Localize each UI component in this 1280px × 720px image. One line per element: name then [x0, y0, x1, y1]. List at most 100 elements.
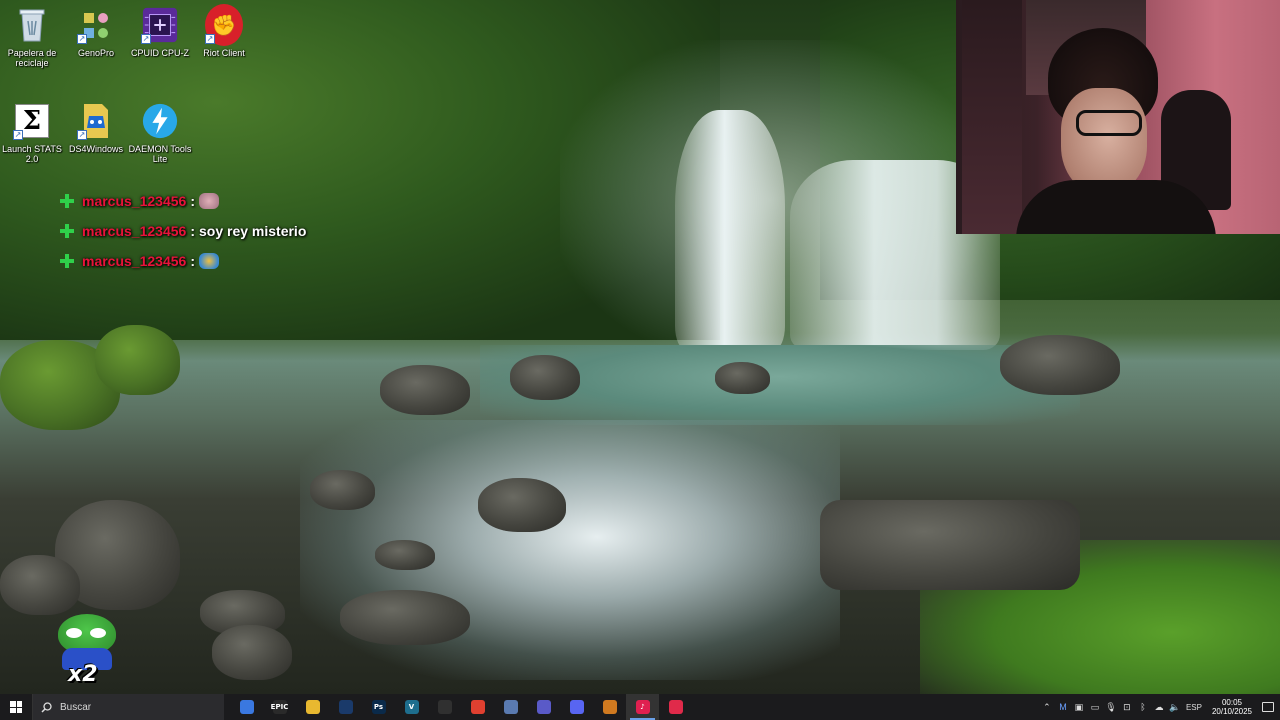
start-button[interactable] — [0, 694, 32, 720]
chat-emote-icon — [198, 253, 219, 269]
app-red-icon — [668, 700, 683, 714]
pepe-eye — [66, 628, 82, 638]
desktop-icon-ds4windows[interactable]: ↗ DS4Windows — [64, 102, 128, 154]
desktop-icon-label: CPUID CPU-Z — [131, 48, 189, 58]
desktop-icon-cpuz[interactable]: ↗ CPUID CPU-Z — [128, 6, 192, 58]
wallpaper-rock-ledge — [820, 500, 1080, 590]
chat-separator: : — [190, 253, 195, 269]
webcam-streamer-face — [1061, 88, 1147, 194]
wallpaper-rock — [715, 362, 770, 394]
taskbar-pinned-apps: EPIC Ps V ♪ — [230, 694, 692, 720]
shortcut-arrow-icon: ↗ — [13, 130, 23, 140]
volume-icon[interactable]: 🔈 — [1169, 702, 1180, 712]
shortcut-arrow-icon: ↗ — [205, 34, 215, 44]
shortcut-arrow-icon: ↗ — [141, 34, 151, 44]
shortcut-arrow-icon: ↗ — [77, 34, 87, 44]
chrome-icon — [470, 700, 485, 714]
webcam-overlay — [956, 0, 1280, 234]
clock-time: 00:05 — [1221, 698, 1242, 707]
bluetooth-icon[interactable]: ᛒ — [1138, 702, 1148, 712]
stream-chat-overlay: marcus_123456 : marcus_123456 : soy rey … — [58, 186, 306, 276]
desktop-icon-recycle-bin[interactable]: Papelera de reciclaje — [0, 6, 64, 68]
epic-games-icon: EPIC — [271, 700, 288, 714]
chat-username: marcus_123456 — [82, 223, 187, 239]
taskbar-app-button[interactable] — [527, 694, 560, 720]
wallpaper-rock — [340, 590, 470, 645]
chat-badge-plus-icon — [60, 254, 74, 268]
taskbar-app-button[interactable] — [329, 694, 362, 720]
chevron-up-icon[interactable]: ⌃ — [1042, 702, 1052, 712]
taskbar-app-button[interactable] — [461, 694, 494, 720]
webcam-shelf — [962, 0, 1022, 234]
wallpaper-waterfall-left — [675, 110, 785, 350]
clock[interactable]: 00:05 20/10/2025 — [1212, 698, 1252, 716]
language-indicator[interactable]: ESP — [1186, 703, 1202, 712]
chat-message: marcus_123456 : soy rey misterio — [58, 216, 306, 246]
taskbar-app-button[interactable] — [593, 694, 626, 720]
wallpaper-rock — [212, 625, 292, 680]
app-diamond-icon — [503, 700, 518, 714]
visual-studio-icon: V — [404, 700, 419, 714]
desktop-icon-daemon-tools[interactable]: DAEMON Tools Lite — [128, 102, 192, 164]
wallpaper-rock — [510, 355, 580, 400]
obs-icon — [437, 700, 452, 714]
file-explorer-icon — [305, 700, 320, 714]
desktop-icon-label: DAEMON Tools Lite — [128, 144, 192, 164]
malwarebytes-icon[interactable]: M — [1058, 702, 1068, 712]
cpuz-icon: ↗ — [141, 6, 179, 44]
pepe-eye — [90, 628, 106, 638]
taskbar-app-button[interactable] — [428, 694, 461, 720]
teams-icon — [536, 700, 551, 714]
wallpaper-rock — [1000, 335, 1120, 395]
ds4windows-icon: ↗ — [77, 102, 115, 140]
tray-app-icon[interactable]: ▭ — [1090, 702, 1100, 712]
desktop-icon-label: Riot Client — [203, 48, 245, 58]
notification-icon[interactable] — [1262, 702, 1274, 712]
taskbar-app-button[interactable]: V — [395, 694, 428, 720]
tiktok-icon: ♪ — [635, 700, 650, 714]
genopro-icon: ↗ — [77, 6, 115, 44]
wallpaper-rock — [95, 325, 180, 395]
app-shield-icon — [602, 700, 617, 714]
desktop-icon-label: Launch STATS 2.0 — [2, 144, 62, 164]
windows-logo-icon — [10, 701, 22, 713]
chat-separator: : — [190, 193, 195, 209]
chat-username: marcus_123456 — [82, 193, 187, 209]
cloud-icon[interactable]: ☁ — [1154, 702, 1164, 712]
wallpaper-rock — [375, 540, 435, 570]
taskbar-app-button[interactable] — [560, 694, 593, 720]
tray-app-icon[interactable]: ▣ — [1074, 702, 1084, 712]
chat-badge-plus-icon — [60, 224, 74, 238]
sticker-multiplier-text: x2 — [68, 662, 98, 687]
desktop-icon-label: GenoPro — [77, 48, 115, 58]
photoshop-icon: Ps — [371, 700, 386, 714]
taskbar-app-button[interactable]: Ps — [362, 694, 395, 720]
desktop-icon-launch-stats[interactable]: Σ ↗ Launch STATS 2.0 — [0, 102, 64, 164]
clock-date: 20/10/2025 — [1211, 707, 1252, 716]
chat-username: marcus_123456 — [82, 253, 187, 269]
recycle-bin-icon — [13, 6, 51, 44]
system-tray: ⌃ M ▣ ▭ 🎙 ⊡ ᛒ ☁ 🔈 ESP 00:05 20/10/2025 — [1042, 694, 1280, 720]
steam-icon — [338, 700, 353, 714]
taskbar-app-button[interactable] — [659, 694, 692, 720]
taskbar-app-button[interactable]: ♪ — [626, 694, 659, 720]
taskbar-search-box[interactable]: Buscar — [32, 694, 224, 720]
desktop-icon-riot-client[interactable]: ✊ ↗ Riot Client — [192, 4, 256, 58]
chat-badge-plus-icon — [60, 194, 74, 208]
webcam-streamer-body — [1016, 180, 1216, 234]
chat-separator: : — [190, 223, 195, 239]
taskbar-app-button[interactable] — [230, 694, 263, 720]
wallpaper-rock — [0, 555, 80, 615]
desktop-icon-genopro[interactable]: ↗ GenoPro — [64, 6, 128, 58]
taskbar-app-button[interactable]: EPIC — [263, 694, 296, 720]
wallpaper-rock — [380, 365, 470, 415]
riot-client-icon: ✊ ↗ — [205, 4, 243, 46]
shortcut-arrow-icon: ↗ — [77, 130, 87, 140]
network-icon[interactable]: ⊡ — [1122, 702, 1132, 712]
taskbar-app-button[interactable] — [296, 694, 329, 720]
chat-message: marcus_123456 : — [58, 246, 306, 276]
desktop-icon-label: DS4Windows — [68, 144, 124, 154]
chat-emote-icon — [198, 193, 219, 209]
microphone-icon[interactable]: 🎙 — [1105, 702, 1116, 712]
taskbar-app-button[interactable] — [494, 694, 527, 720]
